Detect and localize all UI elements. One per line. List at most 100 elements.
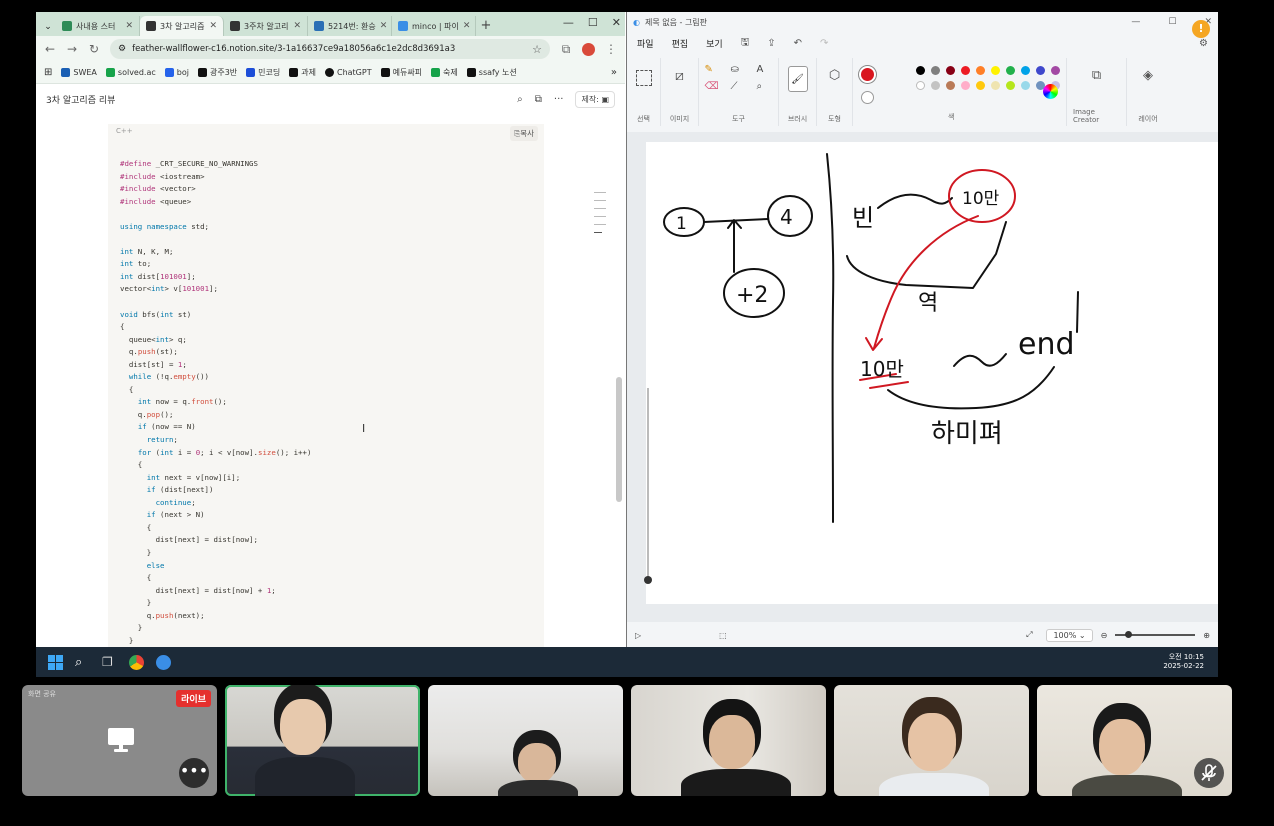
participant-tile[interactable] [631, 685, 826, 796]
task-view-icon[interactable]: ❐ [102, 655, 117, 670]
participant-tile[interactable] [225, 685, 420, 796]
magnifier-icon[interactable]: ⌕ [757, 81, 773, 92]
copy-button[interactable]: ⎘복사 [510, 126, 538, 141]
menu-view[interactable]: 보기 [706, 37, 723, 50]
back-icon[interactable]: ← [44, 42, 56, 56]
tab-2[interactable]: 3주차 알고리 ✕ [224, 16, 308, 36]
bookmark-item[interactable]: 광주3반 [197, 67, 237, 78]
bookmark-item[interactable]: solved.ac [105, 68, 156, 77]
crop-icon[interactable]: ⧄ [675, 68, 684, 84]
apps-grid-icon[interactable]: ⊞ [44, 67, 52, 78]
code-block[interactable]: C++ ⎘복사 #define _CRT_SECURE_NO_WARNINGS #… [108, 124, 544, 657]
duplicate-icon[interactable]: ⧉ [535, 94, 542, 105]
redo-icon[interactable]: ↷ [820, 38, 828, 49]
search-icon[interactable]: ⌕ [75, 655, 90, 670]
scrollbar-thumb[interactable] [616, 377, 622, 502]
current-color-swatch[interactable] [859, 66, 876, 83]
bookmark-star-icon[interactable]: ☆ [532, 43, 542, 56]
select-icon[interactable] [635, 70, 652, 86]
save-icon[interactable]: 🖫 [741, 35, 750, 52]
zoom-select[interactable]: 100% ⌄ [1046, 628, 1093, 642]
more-bookmarks-icon[interactable]: » [611, 67, 617, 78]
color-swatch[interactable] [916, 81, 925, 90]
menu-edit[interactable]: 편집 [672, 37, 689, 50]
close-icon[interactable]: ✕ [463, 21, 471, 31]
zoom-out-icon[interactable]: ⊖ [1101, 631, 1108, 640]
close-window-icon[interactable]: ✕ [612, 16, 621, 29]
bookmark-item[interactable]: ssafy 노션 [466, 67, 517, 78]
url-bar[interactable]: ⚙ feather-wallflower-c16.notion.site/3-1… [110, 39, 550, 59]
forward-icon[interactable]: → [66, 42, 78, 56]
menu-kebab-icon[interactable]: ⋮ [605, 42, 617, 56]
close-icon[interactable]: ✕ [125, 21, 133, 31]
bookmark-item[interactable]: boj [164, 68, 189, 77]
close-icon[interactable]: ✕ [293, 21, 301, 31]
share-icon[interactable]: ⇪ [767, 38, 775, 49]
page-title[interactable]: 3차 알고리즘 리뷰 [46, 93, 115, 106]
color-swatch[interactable] [916, 66, 925, 75]
make-button[interactable]: 제작: ▣ [575, 90, 615, 108]
code-language[interactable]: C++ [116, 127, 133, 135]
page-outline[interactable] [594, 192, 606, 240]
shapes-icon[interactable]: ⬡ [829, 68, 840, 83]
color-swatch[interactable] [991, 81, 1000, 90]
undo-icon[interactable]: ↶ [794, 38, 802, 49]
zoom-slider[interactable] [1115, 631, 1196, 638]
more-icon[interactable]: ··· [554, 94, 564, 105]
layers-icon[interactable]: ◈ [1143, 68, 1153, 83]
search-icon[interactable]: ⌕ [517, 94, 523, 105]
screen-share-tile[interactable]: 화면 공유 라이브 ••• [22, 685, 217, 796]
profile-avatar[interactable] [582, 42, 595, 56]
extensions-icon[interactable]: ⧉ [560, 42, 572, 57]
color-swatch[interactable] [1051, 66, 1060, 75]
minimize-icon[interactable]: — [1131, 17, 1140, 27]
new-tab-button[interactable]: + [476, 18, 496, 36]
site-info-icon[interactable]: ⚙ [118, 44, 126, 54]
participant-tile[interactable] [1037, 685, 1232, 796]
close-icon[interactable]: ✕ [209, 21, 217, 31]
color-swatch[interactable] [961, 66, 970, 75]
pencil-icon[interactable]: ✎ [705, 64, 721, 75]
zoom-in-icon[interactable]: ⊕ [1203, 631, 1210, 640]
settings-icon[interactable]: ⚙ [1199, 38, 1208, 49]
paint-icon[interactable] [156, 654, 171, 670]
fit-icon[interactable]: ⤢ [1026, 630, 1032, 640]
bookmark-item[interactable]: 예듀싸피 [380, 67, 422, 78]
color-swatch[interactable] [976, 66, 985, 75]
mic-muted-button[interactable] [1194, 758, 1224, 788]
windows-start-icon[interactable] [48, 654, 63, 670]
participant-tile[interactable] [834, 685, 1029, 796]
color-swatch[interactable] [931, 66, 940, 75]
color-swatch[interactable] [1006, 66, 1015, 75]
code-content[interactable]: #define _CRT_SECURE_NO_WARNINGS #include … [120, 158, 311, 660]
color-swatch[interactable] [931, 81, 940, 90]
tab-1[interactable]: 3차 알고리즘 ✕ [140, 16, 224, 36]
vertical-zoom-slider[interactable] [644, 388, 652, 588]
tab-0[interactable]: 사내용 스터 ✕ [56, 16, 140, 36]
notification-badge[interactable]: ! [1192, 20, 1210, 38]
chrome-icon[interactable] [129, 654, 144, 670]
close-icon[interactable]: ✕ [380, 21, 388, 31]
color-swatch[interactable] [1036, 66, 1045, 75]
participant-tile[interactable] [428, 685, 623, 796]
color-swatch[interactable] [946, 66, 955, 75]
tab-search-icon[interactable]: ⌄ [40, 22, 56, 32]
fill-icon[interactable]: ⛀ [731, 64, 747, 75]
color-swatch[interactable] [976, 81, 985, 90]
text-tool-icon[interactable]: A [757, 64, 773, 75]
color-swatch[interactable] [1006, 81, 1015, 90]
color-swatch[interactable] [961, 81, 970, 90]
maximize-icon[interactable]: ☐ [588, 16, 598, 29]
tab-4[interactable]: minco | 파이 ✕ [392, 16, 476, 36]
color-swatch[interactable] [1021, 81, 1030, 90]
drawing-canvas[interactable]: 1 4 +2 빈 10만 역 10만 end 하미펴 [646, 142, 1218, 604]
taskbar-clock[interactable]: 오전 10:15 2025-02-22 [1163, 653, 1204, 671]
color-swatch[interactable] [946, 81, 955, 90]
bookmark-item[interactable]: 과제 [289, 67, 316, 78]
minimize-icon[interactable]: — [563, 16, 574, 29]
tab-3[interactable]: 5214번: 환승 ✕ [308, 16, 392, 36]
bookmark-item[interactable]: ChatGPT [324, 68, 372, 77]
color-picker-icon[interactable]: ⟋ [731, 81, 747, 92]
bookmark-item[interactable]: 숙제 [431, 67, 458, 78]
more-options-button[interactable]: ••• [179, 758, 209, 788]
